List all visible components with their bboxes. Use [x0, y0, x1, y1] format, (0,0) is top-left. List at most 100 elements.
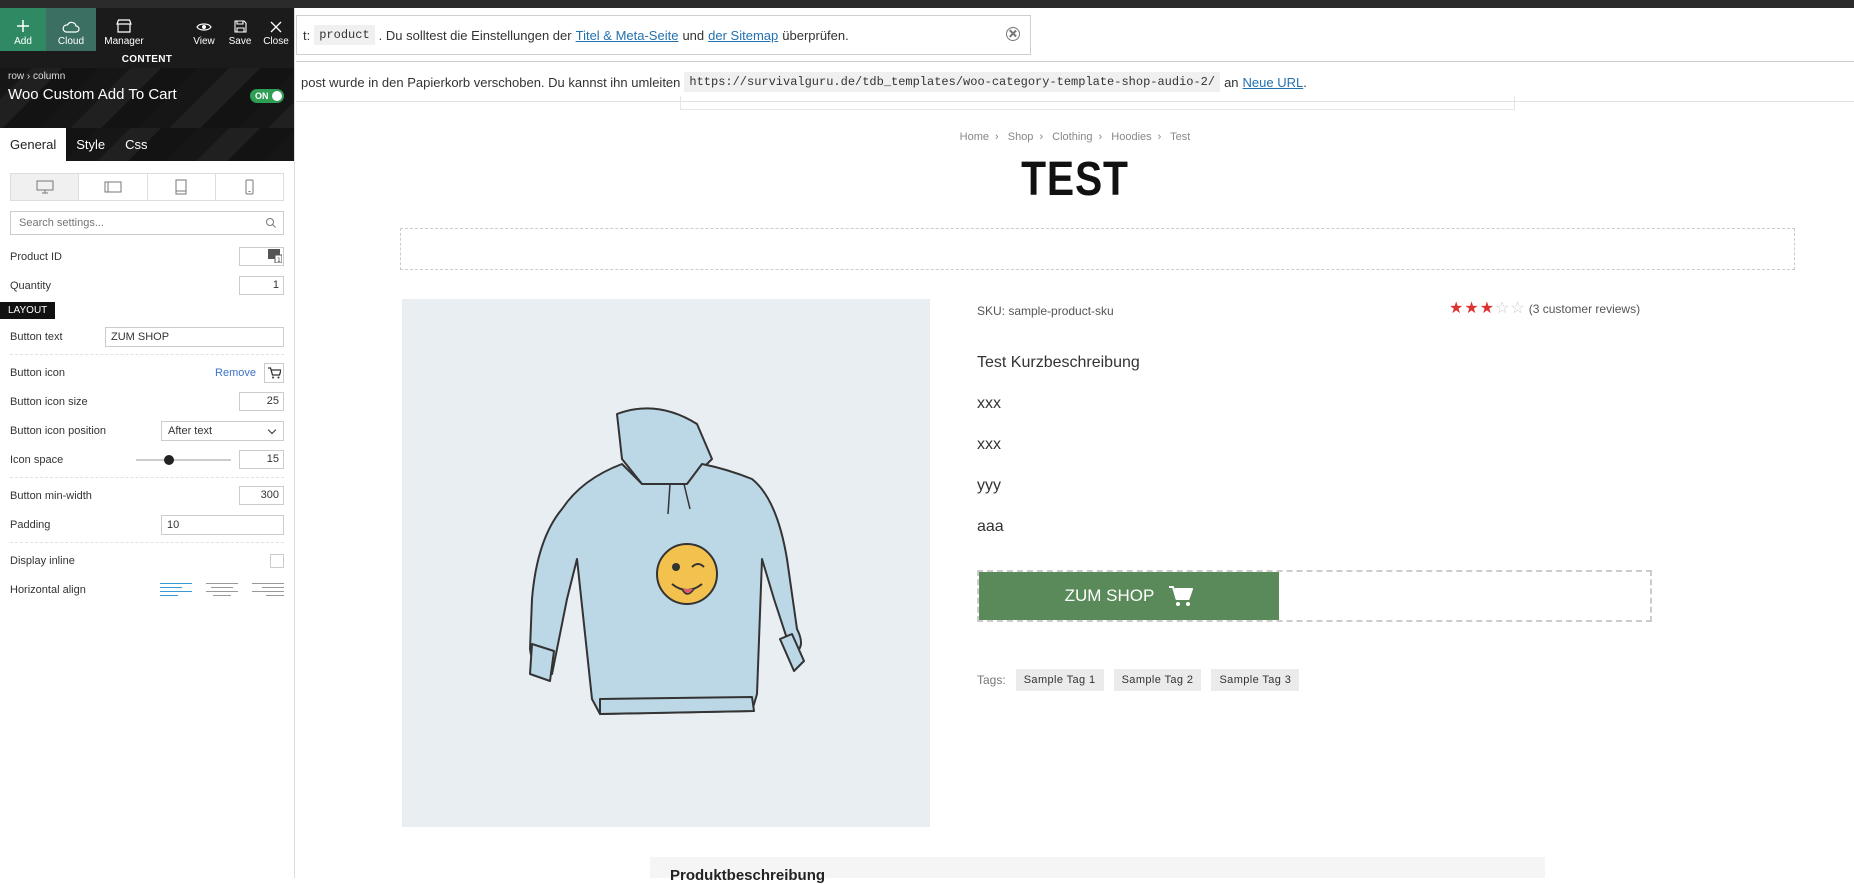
close-icon [270, 21, 282, 33]
manager-label: Manager [104, 36, 144, 47]
button-text-input[interactable]: ZUM SHOP [105, 326, 284, 347]
store-icon [116, 19, 132, 33]
notice2-text: post wurde in den Papierkorb verschoben.… [301, 74, 681, 90]
star-empty-icon: ☆ [1510, 300, 1525, 317]
notice2-url: https://survivalguru.de/tdb_templates/wo… [684, 72, 1221, 92]
save-button[interactable]: Save [222, 8, 258, 51]
align-center-icon[interactable] [206, 582, 238, 597]
phone-view-button[interactable] [216, 174, 283, 200]
crumb-row[interactable]: row [8, 71, 24, 82]
align-right-icon[interactable] [252, 582, 284, 597]
save-label: Save [228, 36, 252, 47]
short-description-line: aaa [977, 518, 1004, 535]
slider-track [136, 458, 231, 461]
notice-text: . Du solltest die Einstellungen der [378, 27, 572, 43]
remove-icon-link[interactable]: Remove [215, 367, 256, 379]
breadcrumb-home[interactable]: Home [960, 131, 989, 143]
tablet-landscape-view-button[interactable] [79, 174, 148, 200]
title-meta-link[interactable]: Titel & Meta-Seite [576, 28, 679, 43]
icon-size-input[interactable]: 25 [239, 392, 284, 411]
star-filled-icon: ★ [1449, 300, 1464, 317]
hoodie-illustration [529, 407, 805, 715]
header-placeholder [680, 96, 1515, 110]
star-rating: ★ ★ ★ ☆ ☆ [1449, 300, 1525, 317]
close-button[interactable]: Close [258, 8, 294, 51]
icon-space-slider[interactable] [136, 450, 231, 470]
breadcrumb-clothing[interactable]: Clothing [1052, 131, 1092, 143]
sitemap-link[interactable]: der Sitemap [708, 28, 778, 43]
layout-badge: LAYOUT [0, 302, 56, 319]
slider-handle[interactable] [164, 454, 175, 465]
product-id-row: Product ID 1 [10, 242, 284, 271]
section-label: CONTENT [0, 51, 294, 68]
notice-suffix: überprüfen. [782, 27, 849, 43]
reviews-link[interactable]: (3 customer reviews) [1529, 302, 1640, 316]
top-dark-strip [0, 0, 1854, 8]
tag-link[interactable]: Sample Tag 3 [1211, 669, 1300, 691]
icon-position-row: Button icon position After text [10, 416, 284, 445]
notice2-an: an [1224, 74, 1239, 90]
crumb-column[interactable]: column [33, 71, 65, 82]
cloud-button[interactable]: Cloud [46, 8, 96, 51]
add-button[interactable]: Add [0, 8, 46, 51]
product-picker-icon[interactable]: 1 [268, 249, 282, 263]
notice-prefix: t: [303, 27, 311, 43]
short-description-line: xxx [977, 436, 1001, 453]
chevron-right-icon: › [1098, 131, 1103, 143]
description-section: Produktbeschreibung [650, 857, 1545, 884]
display-inline-checkbox[interactable] [270, 553, 284, 568]
search-icon [266, 218, 276, 228]
description-heading: Produktbeschreibung [670, 867, 826, 884]
quantity-input[interactable]: 1 [239, 276, 284, 295]
display-inline-label: Display inline [10, 554, 75, 567]
tab-css[interactable]: Css [115, 128, 157, 161]
short-description-line: yyy [977, 477, 1001, 494]
icon-position-select[interactable]: After text [161, 420, 284, 441]
breadcrumb-hoodies[interactable]: Hoodies [1111, 131, 1151, 143]
tablet-landscape-icon [104, 181, 122, 193]
desktop-view-button[interactable] [11, 174, 80, 200]
tab-bar: General Style Css [0, 128, 294, 161]
icon-position-label: Button icon position [10, 424, 107, 437]
padding-label: Padding [10, 518, 51, 531]
new-url-link[interactable]: Neue URL [1243, 75, 1304, 90]
icon-size-row: Button icon size 25 [10, 387, 284, 416]
element-header: row › column Woo Custom Add To Cart ON [0, 68, 294, 128]
product-sku: SKU: sample-product-sku [977, 304, 1114, 318]
view-button[interactable]: View [186, 8, 222, 51]
min-width-label: Button min-width [10, 489, 92, 502]
align-left-icon[interactable] [160, 582, 192, 597]
element-toggle[interactable]: ON [250, 89, 284, 103]
element-title: Woo Custom Add To Cart [8, 86, 177, 103]
notice-code: product [314, 25, 375, 45]
add-to-cart-button[interactable]: ZUM SHOP [979, 572, 1279, 620]
button-text-label: Button text [10, 330, 63, 343]
add-label: Add [14, 36, 32, 47]
product-id-label: Product ID [10, 250, 62, 263]
button-icon-row: Button icon Remove [10, 358, 284, 387]
search-input[interactable] [11, 212, 283, 234]
tab-general[interactable]: General [0, 128, 67, 161]
min-width-input[interactable]: 300 [239, 486, 284, 505]
star-filled-icon: ★ [1479, 300, 1495, 317]
icon-picker-button[interactable] [264, 362, 284, 383]
notice-and: und [682, 27, 705, 43]
svg-text:1: 1 [277, 257, 281, 263]
tag-link[interactable]: Sample Tag 2 [1113, 669, 1202, 691]
product-image[interactable] [402, 299, 930, 827]
tab-style[interactable]: Style [66, 128, 115, 161]
manager-button[interactable]: Manager [96, 8, 152, 51]
quantity-row: Quantity 1 [10, 271, 284, 300]
tag-link[interactable]: Sample Tag 1 [1015, 669, 1104, 691]
breadcrumb-shop[interactable]: Shop [1008, 131, 1034, 143]
view-label: View [193, 36, 215, 47]
tablet-portrait-view-button[interactable] [148, 174, 216, 200]
padding-row: Padding 10 [10, 510, 284, 539]
padding-input[interactable]: 10 [161, 514, 284, 535]
page-title: TEST [1021, 153, 1129, 206]
icon-space-input[interactable]: 15 [239, 450, 284, 469]
button-text-row: Button text ZUM SHOP [10, 322, 284, 351]
icon-size-label: Button icon size [10, 395, 88, 408]
horizontal-align-label: Horizontal align [10, 583, 86, 596]
dismiss-icon[interactable] [1006, 27, 1020, 41]
